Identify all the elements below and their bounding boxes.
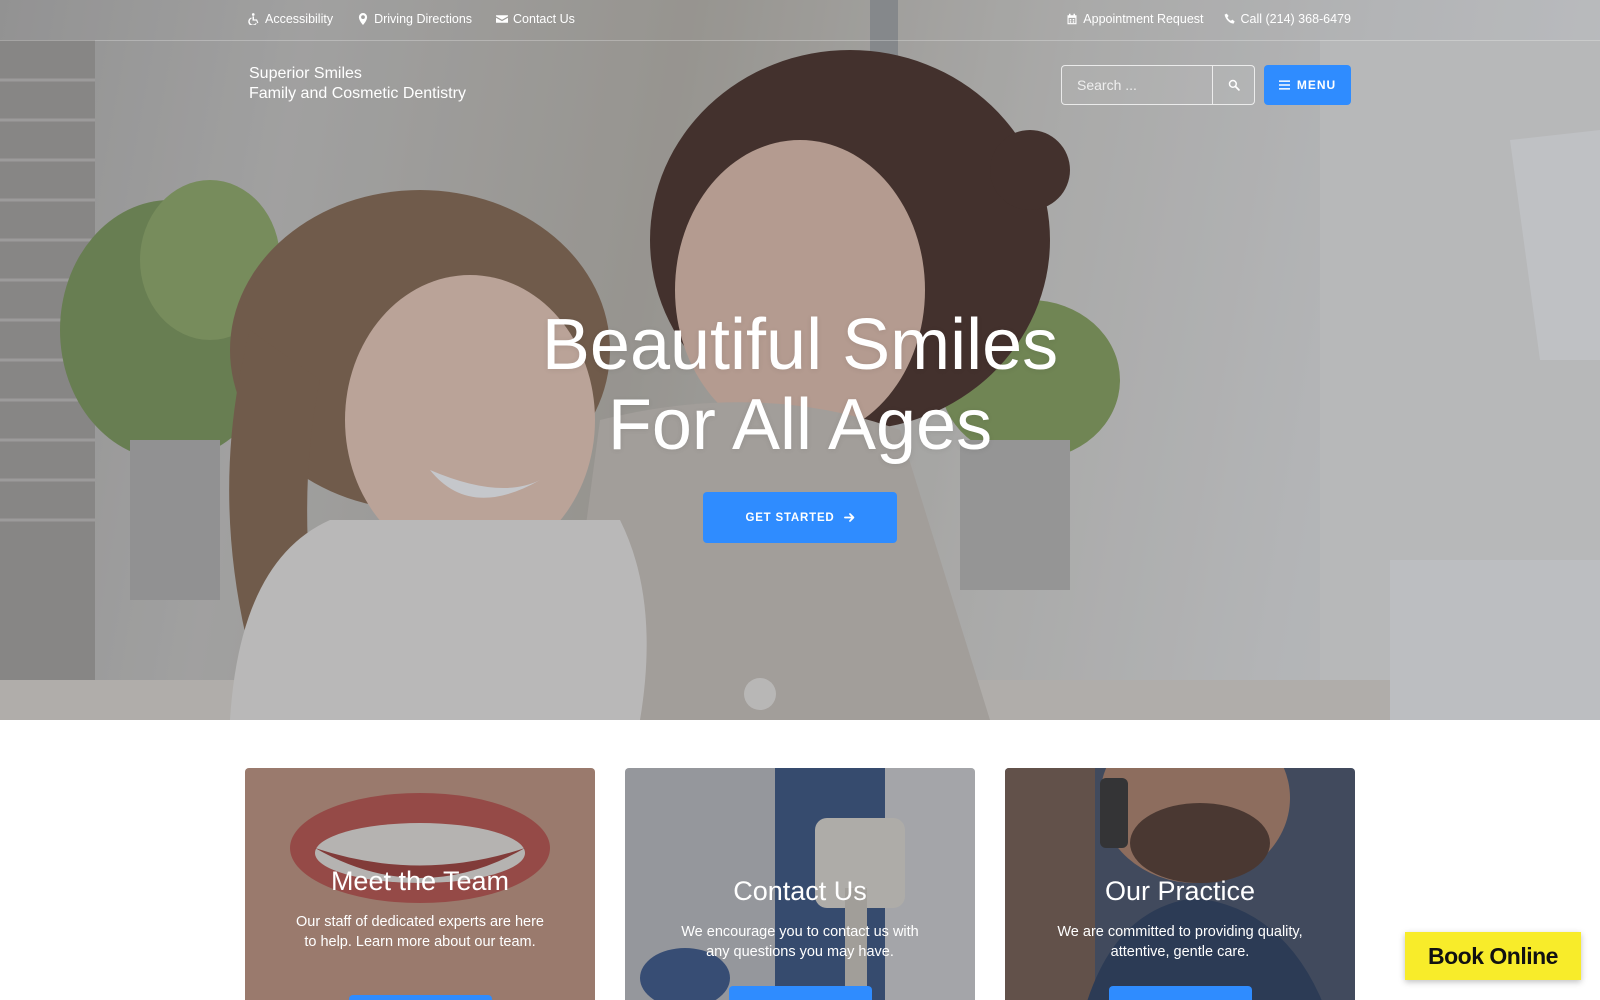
get-started-button[interactable]: GET STARTED bbox=[703, 492, 897, 543]
appointment-request-link[interactable]: Appointment Request bbox=[1066, 12, 1204, 26]
utility-bar: Accessibility Driving Directions Contact… bbox=[0, 0, 1600, 41]
hero-headline-line1: Beautiful Smiles bbox=[541, 305, 1059, 385]
card-title: Meet the Team bbox=[330, 866, 510, 896]
menu-button[interactable]: MENU bbox=[1264, 65, 1351, 105]
card-title: Our Practice bbox=[1104, 876, 1256, 906]
driving-directions-label: Driving Directions bbox=[374, 12, 473, 26]
hero-headline: Beautiful Smiles For All Ages bbox=[0, 305, 1600, 465]
card-our-practice[interactable]: Our Practice We are committed to providi… bbox=[1005, 768, 1355, 1000]
call-link[interactable]: Call (214) 368-6479 bbox=[1224, 12, 1352, 26]
accessibility-link[interactable]: Accessibility bbox=[248, 12, 333, 26]
wheelchair-icon bbox=[248, 13, 259, 25]
card-button[interactable] bbox=[729, 986, 872, 1000]
phone-icon bbox=[1224, 13, 1235, 24]
hero-banner: Accessibility Driving Directions Contact… bbox=[0, 0, 1600, 720]
card-text: We are committed to providing quality, a… bbox=[1057, 924, 1303, 960]
menu-label: MENU bbox=[1296, 78, 1337, 92]
appointment-request-label: Appointment Request bbox=[1083, 12, 1204, 26]
brand-name: Superior Smiles bbox=[249, 65, 362, 82]
driving-directions-link[interactable]: Driving Directions bbox=[357, 12, 472, 26]
accessibility-label: Accessibility bbox=[265, 12, 334, 26]
site-logo[interactable]: Superior Smiles Family and Cosmetic Dent… bbox=[249, 64, 466, 104]
search-input[interactable] bbox=[1062, 66, 1212, 104]
book-online-label: Book Online bbox=[1428, 942, 1558, 969]
card-title: Contact Us bbox=[733, 876, 867, 906]
utility-links-left: Accessibility Driving Directions Contact… bbox=[248, 12, 575, 26]
search-form bbox=[1061, 65, 1255, 105]
get-started-label: GET STARTED bbox=[745, 511, 835, 524]
card-meet-the-team[interactable]: Meet the Team Our staff of dedicated exp… bbox=[245, 768, 595, 1000]
arrow-right-icon bbox=[843, 513, 854, 522]
hero-headline-line2: For All Ages bbox=[607, 385, 993, 465]
hamburger-icon bbox=[1278, 80, 1290, 90]
card-contact-us[interactable]: Contact Us We encourage you to contact u… bbox=[625, 768, 975, 1000]
card-button[interactable] bbox=[349, 995, 492, 1000]
calendar-icon bbox=[1067, 13, 1077, 25]
search-icon bbox=[1228, 79, 1240, 91]
contact-us-link[interactable]: Contact Us bbox=[496, 12, 575, 26]
contact-us-label: Contact Us bbox=[513, 12, 575, 26]
card-button[interactable] bbox=[1109, 986, 1252, 1000]
brand-tagline: Family and Cosmetic Dentistry bbox=[249, 85, 466, 102]
book-online-button[interactable]: Book Online bbox=[1405, 932, 1581, 980]
search-button[interactable] bbox=[1212, 66, 1254, 104]
map-marker-icon bbox=[358, 13, 368, 25]
envelope-icon bbox=[496, 15, 509, 23]
card-text: Our staff of dedicated experts are here … bbox=[296, 914, 544, 950]
utility-links-right: Appointment Request Call (214) 368-6479 bbox=[1066, 12, 1351, 26]
card-text: We encourage you to contact us with any … bbox=[681, 924, 919, 960]
call-label: Call (214) 368-6479 bbox=[1240, 12, 1352, 26]
